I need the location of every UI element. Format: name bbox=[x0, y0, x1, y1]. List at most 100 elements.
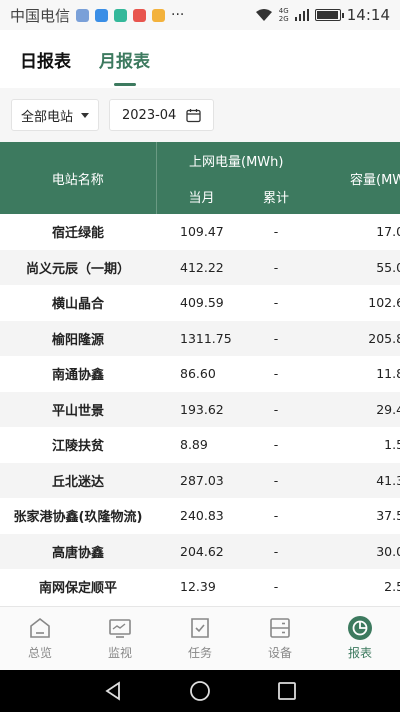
cell-current-month: 412.22 bbox=[156, 249, 236, 285]
cell-cumulative: - bbox=[236, 391, 316, 427]
cell-station-name: 高唐协鑫 bbox=[0, 533, 156, 569]
cell-cumulative: - bbox=[273, 224, 279, 240]
more-notifications-icon: ··· bbox=[171, 7, 185, 23]
table-row: 江陵扶贫 8.89 - 1.52 bbox=[0, 427, 400, 463]
cell-capacity: 37.57 bbox=[376, 508, 400, 524]
home-icon bbox=[30, 617, 50, 638]
nav-item-monitor[interactable]: 监视 bbox=[80, 607, 160, 670]
filter-bar: 全部电站 2023-04 bbox=[0, 88, 400, 142]
cell-cumulative: - bbox=[236, 249, 316, 285]
system-navigation-bar bbox=[0, 670, 400, 712]
cell-capacity: 11.83 bbox=[376, 366, 400, 382]
recent-apps-icon[interactable] bbox=[276, 680, 298, 702]
cell-capacity: 29.49 bbox=[316, 391, 400, 427]
column-header-capacity: 容量(MW bbox=[316, 142, 400, 214]
cell-station-name: 宿迁绿能 bbox=[0, 214, 156, 250]
nav-label-reports: 报表 bbox=[347, 646, 372, 660]
report-table: 电站名称 上网电量(MWh) 容量(MW 当月 累计 宿迁绿能 109.47-17… bbox=[0, 142, 400, 605]
table-row: 宿迁绿能 109.47 - 17.00 bbox=[0, 214, 400, 250]
cell-cumulative: - bbox=[236, 320, 316, 356]
cell-current-month: 86.60 bbox=[180, 366, 216, 382]
cell-capacity: 30.00 bbox=[316, 533, 400, 569]
nav-label-overview: 总览 bbox=[27, 646, 52, 660]
table-row: 张家港协鑫(玖隆物流) 240.83 - 37.57 bbox=[0, 498, 400, 534]
cell-station-name: 丘北迷达 bbox=[0, 462, 156, 498]
status-left: 中国电信 ··· bbox=[10, 5, 184, 26]
task-icon bbox=[191, 618, 209, 638]
calendar-icon bbox=[186, 108, 201, 122]
cell-station-name: 南通协鑫 bbox=[0, 356, 156, 392]
cell-current-month: 409.59 bbox=[180, 295, 224, 311]
month-picker-value: 2023-04 bbox=[122, 107, 177, 123]
tab-monthly-report[interactable]: 月报表 bbox=[99, 30, 150, 88]
nav-label-devices: 设备 bbox=[267, 646, 292, 660]
cell-capacity: 17.00 bbox=[376, 224, 400, 240]
nav-item-devices[interactable]: 设备 bbox=[240, 607, 320, 670]
bottom-navigation: 总览 监视 任务 设备 报表 bbox=[0, 606, 400, 670]
nav-item-reports[interactable]: 报表 bbox=[320, 607, 400, 670]
cell-cumulative: - bbox=[273, 508, 279, 524]
cell-station-name: 南网保定顺平 bbox=[0, 569, 156, 605]
device-icon bbox=[270, 618, 290, 638]
cell-station-name: 江陵扶贫 bbox=[0, 427, 156, 463]
cell-station-name: 张家港协鑫(玖隆物流) bbox=[0, 498, 156, 534]
cell-station-name: 平山世景 bbox=[0, 391, 156, 427]
cell-capacity: 102.61 bbox=[368, 295, 400, 311]
report-icon bbox=[348, 616, 372, 640]
column-header-grid-energy: 上网电量(MWh) bbox=[156, 142, 316, 178]
cell-cumulative: - bbox=[273, 366, 279, 382]
monitor-icon bbox=[109, 619, 131, 638]
nav-item-overview[interactable]: 总览 bbox=[0, 607, 80, 670]
shield-app-icon bbox=[114, 8, 128, 22]
mail-app-icon bbox=[133, 8, 147, 22]
chevron-down-icon bbox=[81, 112, 90, 118]
cell-current-month: 204.62 bbox=[156, 533, 236, 569]
cell-cumulative: - bbox=[236, 462, 316, 498]
network-type: 4G 2G bbox=[278, 7, 289, 23]
station-select[interactable]: 全部电站 bbox=[11, 99, 100, 131]
table-row: 平山世景193.62-29.49 bbox=[0, 391, 400, 427]
cell-capacity: 205.80 bbox=[316, 320, 400, 356]
cell-current-month: 1311.75 bbox=[156, 320, 236, 356]
cell-cumulative: - bbox=[273, 295, 279, 311]
cell-cumulative: - bbox=[273, 437, 279, 453]
home-circle-icon[interactable] bbox=[189, 680, 211, 702]
notes-app-icon bbox=[152, 8, 166, 22]
battery-icon bbox=[314, 9, 344, 21]
cell-current-month: 109.47 bbox=[180, 224, 224, 240]
cell-station-name: 横山晶合 bbox=[0, 285, 156, 321]
tab-daily-report[interactable]: 日报表 bbox=[20, 30, 71, 88]
cell-station-name: 尚义元辰（一期） bbox=[0, 249, 156, 285]
nav-label-monitor: 监视 bbox=[107, 646, 132, 660]
table-row: 南网保定顺平 12.39 - 2.50 bbox=[0, 569, 400, 605]
cell-capacity: 55.07 bbox=[316, 249, 400, 285]
report-table-container[interactable]: 电站名称 上网电量(MWh) 容量(MW 当月 累计 宿迁绿能 109.47-17… bbox=[0, 142, 400, 606]
gallery-app-icon bbox=[76, 8, 90, 22]
table-row: 丘北迷达287.03-41.37 bbox=[0, 462, 400, 498]
battery-fill bbox=[316, 11, 339, 19]
cell-capacity: 1.52 bbox=[384, 437, 400, 453]
cell-current-month: 8.89 bbox=[180, 437, 208, 453]
table-row: 南通协鑫 86.60 - 11.83 bbox=[0, 356, 400, 392]
table-row: 榆阳隆源1311.75-205.80 bbox=[0, 320, 400, 356]
column-header-station-name: 电站名称 bbox=[0, 142, 157, 214]
column-header-current-month: 当月 bbox=[156, 178, 236, 214]
cell-current-month: 287.03 bbox=[156, 462, 236, 498]
month-picker[interactable]: 2023-04 bbox=[109, 99, 215, 131]
carrier-name: 中国电信 bbox=[10, 6, 71, 25]
status-right: 4G 2G 14:14 bbox=[255, 6, 390, 24]
nav-label-tasks: 任务 bbox=[187, 646, 212, 660]
report-tabs: 日报表 月报表 bbox=[0, 30, 400, 88]
nav-item-tasks[interactable]: 任务 bbox=[160, 607, 240, 670]
cell-station-name: 榆阳隆源 bbox=[0, 320, 156, 356]
table-row: 横山晶合 409.59 - 102.61 bbox=[0, 285, 400, 321]
back-icon[interactable] bbox=[102, 680, 124, 702]
cell-capacity: 2.50 bbox=[384, 579, 400, 595]
column-header-cumulative: 累计 bbox=[236, 178, 316, 214]
cell-cumulative: - bbox=[236, 533, 316, 569]
cell-current-month: 12.39 bbox=[180, 579, 216, 595]
cell-capacity: 41.37 bbox=[316, 462, 400, 498]
station-select-value: 全部电站 bbox=[21, 109, 74, 125]
clock-time: 14:14 bbox=[346, 6, 390, 24]
alipay-app-icon bbox=[95, 8, 109, 22]
